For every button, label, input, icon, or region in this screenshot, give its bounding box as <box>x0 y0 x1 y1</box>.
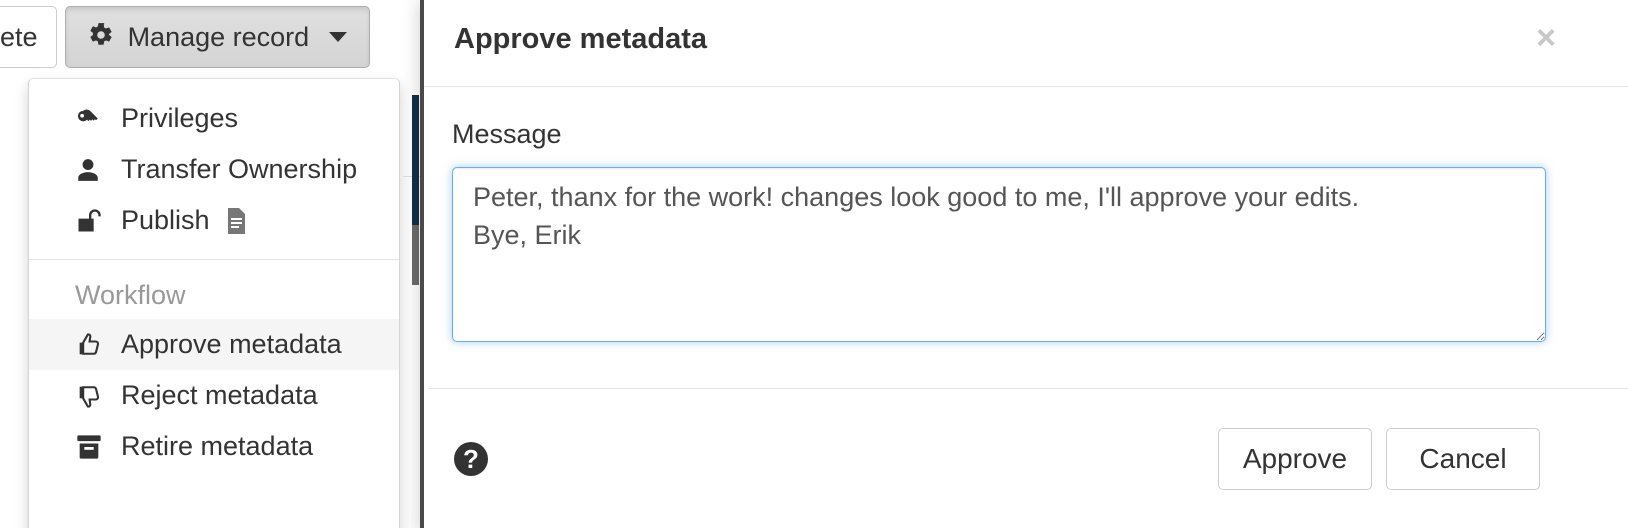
gear-icon <box>88 22 114 53</box>
document-icon <box>224 207 248 235</box>
help-icon[interactable]: ? <box>454 441 488 476</box>
menu-item-label: Retire metadata <box>121 431 314 461</box>
archive-icon <box>75 434 109 460</box>
unlock-icon <box>75 207 109 235</box>
menu-item-publish[interactable]: Publish <box>29 195 399 246</box>
user-icon <box>75 156 109 184</box>
menu-item-label: Reject metadata <box>121 380 318 410</box>
approve-metadata-modal: Approve metadata × Message ? Approve Can… <box>420 0 1628 528</box>
message-input[interactable] <box>452 167 1546 342</box>
menu-section-header-workflow: Workflow <box>75 280 186 310</box>
manage-record-button[interactable]: Manage record <box>64 6 371 68</box>
page-background-gray-strip <box>412 225 419 285</box>
menu-item-label: Publish <box>121 205 210 235</box>
key-icon <box>75 105 109 133</box>
menu-item-privileges[interactable]: Privileges <box>29 93 399 144</box>
menu-item-label: Approve metadata <box>121 329 342 359</box>
record-toolbar: elete Manage record <box>0 6 371 68</box>
thumbs-up-icon <box>75 331 109 359</box>
menu-item-approve-metadata[interactable]: Approve metadata <box>29 319 399 370</box>
manage-record-dropdown-menu: Privileges Transfer Ownership Publish Wo… <box>28 78 400 528</box>
modal-footer: ? Approve Cancel <box>428 388 1628 528</box>
menu-item-label: Privileges <box>121 103 239 133</box>
cancel-button[interactable]: Cancel <box>1386 427 1540 490</box>
modal-header: Approve metadata × <box>424 0 1628 87</box>
page-background-dark-strip <box>412 95 419 225</box>
menu-item-retire-metadata[interactable]: Retire metadata <box>29 421 399 472</box>
footer-actions: Approve Cancel <box>1218 427 1540 490</box>
delete-button[interactable]: elete <box>0 6 57 68</box>
delete-button-label: elete <box>0 21 38 52</box>
modal-body: Message <box>424 87 1628 383</box>
message-field-label: Message <box>452 119 562 149</box>
thumbs-down-icon <box>75 382 109 410</box>
menu-item-label: Transfer Ownership <box>121 154 358 184</box>
approve-button[interactable]: Approve <box>1218 427 1372 490</box>
manage-record-label: Manage record <box>127 21 310 52</box>
modal-title: Approve metadata <box>454 22 708 55</box>
screen: elete Manage record Privileges <box>0 0 1628 528</box>
menu-item-reject-metadata[interactable]: Reject metadata <box>29 370 399 421</box>
chevron-down-icon <box>329 32 348 42</box>
close-icon[interactable]: × <box>1536 21 1556 55</box>
menu-item-transfer-ownership[interactable]: Transfer Ownership <box>29 144 399 195</box>
